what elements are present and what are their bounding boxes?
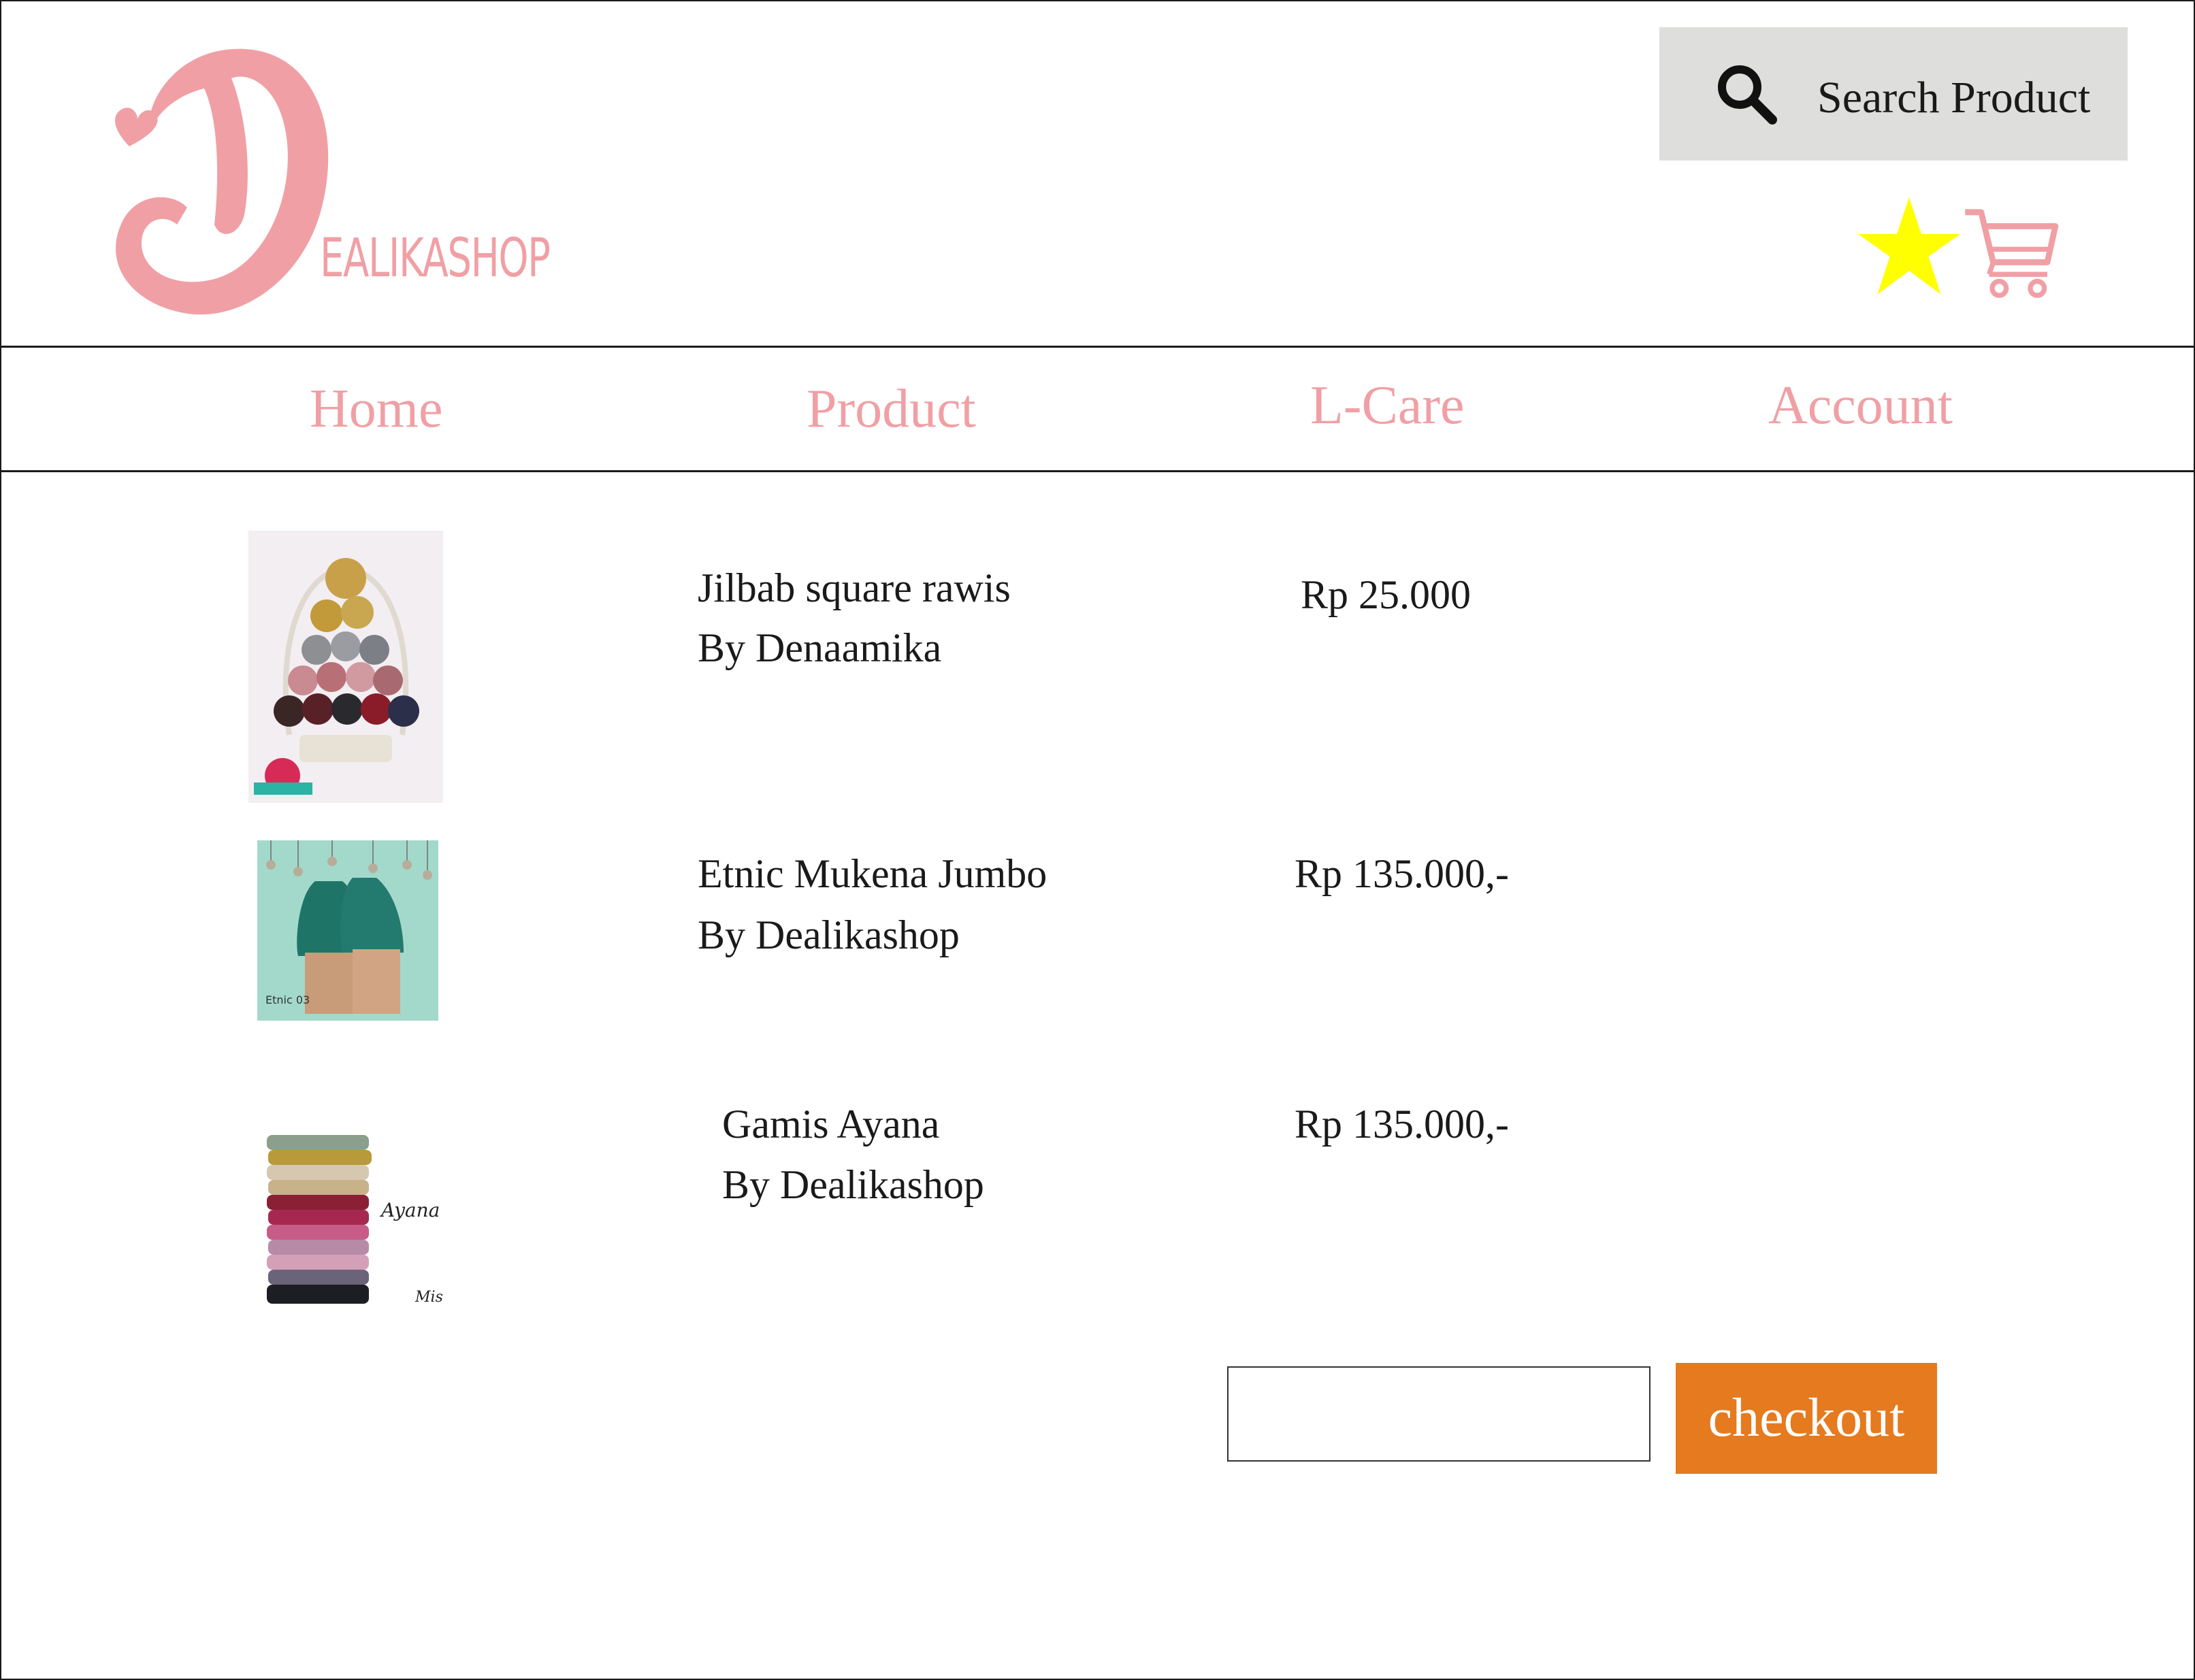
svg-text:Ayana: Ayana	[379, 1199, 440, 1221]
product-image-gamis[interactable]: Ayana Mis	[265, 1121, 464, 1320]
search-label: Search Product	[1817, 73, 2091, 122]
item-name[interactable]: Etnic Mukena Jumbo	[698, 851, 1047, 897]
product-image-jilbab[interactable]	[248, 531, 443, 803]
cart-icon[interactable]	[1960, 204, 2062, 299]
star-icon[interactable]	[1858, 192, 1960, 301]
item-name[interactable]: Jilbab square rawis	[698, 565, 1011, 612]
nav-home[interactable]: Home	[310, 378, 443, 440]
product-image-art	[248, 531, 443, 803]
main-nav: Home Product L-Care Account	[0, 346, 2195, 472]
checkout-button[interactable]: checkout	[1676, 1363, 1937, 1474]
item-price: Rp 135.000,-	[1295, 1102, 1509, 1147]
logo-wordmark: EALIKASHOP	[320, 228, 551, 289]
product-image-mukena[interactable]: Etnic 03	[257, 840, 438, 1021]
svg-text:Mis: Mis	[414, 1289, 443, 1306]
item-seller: By Dealikashop	[698, 912, 960, 957]
nav-account[interactable]: Account	[1768, 375, 1953, 437]
svg-text:Etnic 03: Etnic 03	[265, 993, 310, 1006]
nav-product[interactable]: Product	[807, 378, 976, 440]
item-seller: By Denaamika	[698, 625, 942, 670]
product-image-art: Ayana Mis	[265, 1121, 464, 1320]
search-bar[interactable]: Search Product	[1659, 27, 2128, 161]
item-name[interactable]: Gamis Ayana	[722, 1101, 939, 1148]
checkout-input[interactable]	[1227, 1366, 1651, 1462]
item-seller: By Dealikashop	[722, 1162, 984, 1207]
brand-logo[interactable]: EALIKASHOP	[102, 37, 551, 323]
item-price: Rp 25.000	[1301, 572, 1472, 617]
item-price: Rp 135.000,-	[1295, 851, 1509, 896]
product-image-art: Etnic 03	[257, 840, 438, 1021]
search-icon	[1718, 65, 1777, 125]
nav-l-care[interactable]: L-Care	[1310, 375, 1465, 437]
